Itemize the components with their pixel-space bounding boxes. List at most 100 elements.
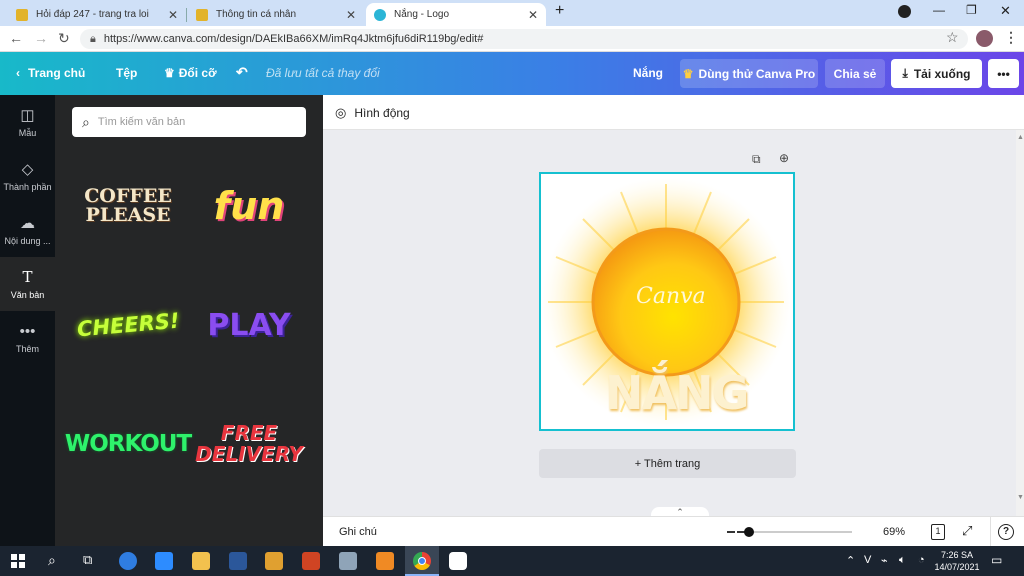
site-favicon-icon (196, 8, 208, 21)
profile-menu-icon[interactable] (898, 5, 911, 18)
url-text: https://www.canva.com/design/DAEkIBa66XM… (103, 33, 484, 45)
duplicate-page-icon[interactable]: ⧉ (752, 152, 761, 167)
clock-time: 7:26 SA (940, 550, 974, 560)
windows-start-icon[interactable] (11, 554, 25, 568)
notes-button[interactable]: Ghi chú (339, 526, 377, 538)
chrome-taskbar-active[interactable] (405, 546, 439, 576)
home-link[interactable]: ‹ Trang chủ (16, 66, 85, 80)
design-title[interactable]: Nắng (633, 66, 663, 80)
save-status: Đã lưu tất cả thay đổi (266, 66, 380, 80)
search-input[interactable]: ⌕ Tìm kiếm văn bản (72, 107, 306, 137)
crown-icon: ♛ (682, 66, 694, 81)
browser-tab[interactable]: Thông tin cá nhân ✕ (188, 3, 364, 26)
chrome-icon (413, 552, 431, 570)
template-icon: ◫ (20, 107, 35, 124)
scroll-down-icon[interactable]: ▼ (1017, 494, 1024, 501)
zoom-minus-icon[interactable] (727, 531, 735, 533)
new-tab-icon[interactable]: + (555, 2, 564, 20)
rail-item-templates[interactable]: ◫ Mẫu (0, 95, 55, 149)
share-button[interactable]: Chia sẻ (825, 59, 885, 88)
address-bar: ← → ↻ 🔒︎ https://www.canva.com/design/DA… (0, 26, 1024, 52)
add-page-icon[interactable]: ⊕ (779, 151, 789, 165)
tab-title: Hỏi đáp 247 - trang tra loi (36, 9, 149, 20)
resize-menu[interactable]: ♛ Đổi cỡ (164, 66, 217, 80)
tab-title: Thông tin cá nhân (216, 9, 297, 20)
reload-icon[interactable]: ↻ (58, 30, 70, 47)
try-pro-button[interactable]: ♛ Dùng thử Canva Pro (680, 59, 818, 88)
powerpoint-icon[interactable] (302, 552, 320, 570)
file-menu[interactable]: Tệp (116, 66, 137, 80)
close-tab-icon[interactable]: ✕ (346, 8, 356, 22)
wifi-icon[interactable]: ◔ (918, 554, 925, 566)
browser-menu-icon[interactable]: ⋮ (1004, 29, 1018, 46)
upload-icon: ☁ (20, 215, 35, 232)
browser-tab-active[interactable]: Nắng - Logo ✕ (366, 3, 546, 26)
clock[interactable]: 7:26 SA 14/07/2021 (934, 549, 980, 573)
word-icon[interactable] (229, 552, 247, 570)
volume-icon[interactable]: 🔈︎ (899, 554, 906, 567)
paint-icon[interactable] (339, 552, 357, 570)
style-preview-text: PLAY (207, 307, 291, 343)
rail-item-elements[interactable]: ◇ Thành phần (0, 149, 55, 203)
more-options-button[interactable]: ••• (988, 59, 1019, 88)
search-icon[interactable]: ⌕ (48, 552, 56, 569)
close-tab-icon[interactable]: ✕ (528, 8, 538, 22)
clock-date: 14/07/2021 (934, 562, 980, 572)
text-style-workout[interactable]: WORKOUT (65, 414, 192, 474)
text-style-play[interactable]: PLAY (194, 295, 304, 355)
vertical-scrollbar[interactable]: ▲ ▼ (1016, 130, 1024, 516)
minimize-icon[interactable]: — (933, 3, 945, 17)
rail-item-uploads[interactable]: ☁ Nội dung ... (0, 203, 55, 257)
animate-button[interactable]: ◎ Hình động (335, 105, 410, 121)
zalo-icon[interactable] (119, 552, 137, 570)
browser-tab[interactable]: Hỏi đáp 247 - trang tra loi ✕ (8, 3, 186, 26)
footer-divider (990, 517, 991, 547)
task-view-icon[interactable]: ⧉ (83, 552, 92, 568)
chevron-left-icon: ‹ (16, 66, 20, 80)
bookmark-star-icon[interactable]: ☆ (946, 29, 959, 46)
add-page-button[interactable]: + Thêm trang (539, 449, 796, 478)
elements-icon: ◇ (21, 161, 34, 178)
scroll-up-icon[interactable]: ▲ (1017, 134, 1024, 141)
download-icon: ⤓ (902, 66, 908, 80)
text-icon: T (22, 268, 33, 286)
forward-icon[interactable]: → (34, 30, 48, 46)
text-style-coffee-please[interactable]: COFFEE PLEASE (73, 176, 183, 236)
style-preview-text: COFFEE PLEASE (84, 185, 172, 226)
input-language[interactable]: V (864, 554, 871, 566)
app-icon[interactable] (449, 552, 467, 570)
undo-icon[interactable]: ↶ (236, 64, 248, 81)
fullscreen-icon[interactable]: ⤢ (962, 523, 972, 539)
notifications-icon[interactable]: ▭ (991, 553, 1002, 567)
network-icon[interactable]: ⌁ (881, 554, 888, 567)
download-button[interactable]: ⤓ Tải xuống (891, 59, 982, 88)
rail-item-more[interactable]: ••• Thêm (0, 311, 55, 365)
window-close-icon[interactable]: ✕ (1000, 3, 1011, 19)
url-field[interactable]: 🔒︎ https://www.canva.com/design/DAEkIBa6… (80, 29, 968, 49)
unikey-icon[interactable] (376, 552, 394, 570)
search-icon: ⌕ (82, 113, 90, 130)
zoom-slider[interactable] (737, 527, 852, 537)
rail-item-text[interactable]: T Văn bản (0, 257, 55, 311)
text-style-free-delivery[interactable]: FREE DELIVERY (194, 414, 304, 474)
restore-icon[interactable]: ❐ (966, 3, 977, 17)
text-panel: ⌕ Tìm kiếm văn bản COFFEE PLEASE fun CHE… (55, 95, 323, 546)
close-tab-icon[interactable]: ✕ (168, 8, 178, 22)
file-explorer-icon[interactable] (192, 552, 210, 570)
zoom-level[interactable]: 69% (883, 526, 905, 538)
show-hidden-icons-icon[interactable]: ⌃ (846, 554, 855, 567)
design-title-text: NẮNG (605, 366, 749, 420)
network-app-icon[interactable] (265, 552, 283, 570)
text-style-cheers[interactable]: CHEERS! (73, 295, 183, 355)
search-placeholder: Tìm kiếm văn bản (97, 116, 186, 128)
back-icon[interactable]: ← (9, 30, 23, 46)
help-button[interactable]: ? (998, 524, 1014, 540)
text-style-fun[interactable]: fun (194, 176, 304, 236)
lock-icon: 🔒︎ (90, 32, 96, 45)
design-page[interactable]: Canva NẮNG (539, 172, 795, 431)
avatar[interactable] (976, 30, 993, 47)
zoom-slider-knob[interactable] (743, 527, 754, 537)
zoom-app-icon[interactable] (155, 552, 173, 570)
page-count[interactable]: 1 (931, 524, 945, 540)
windows-taskbar: ⌕ ⧉ ⌃ V ⌁ 🔈︎ ◔ 7:26 SA 14/07/2021 ▭ (0, 546, 1024, 576)
